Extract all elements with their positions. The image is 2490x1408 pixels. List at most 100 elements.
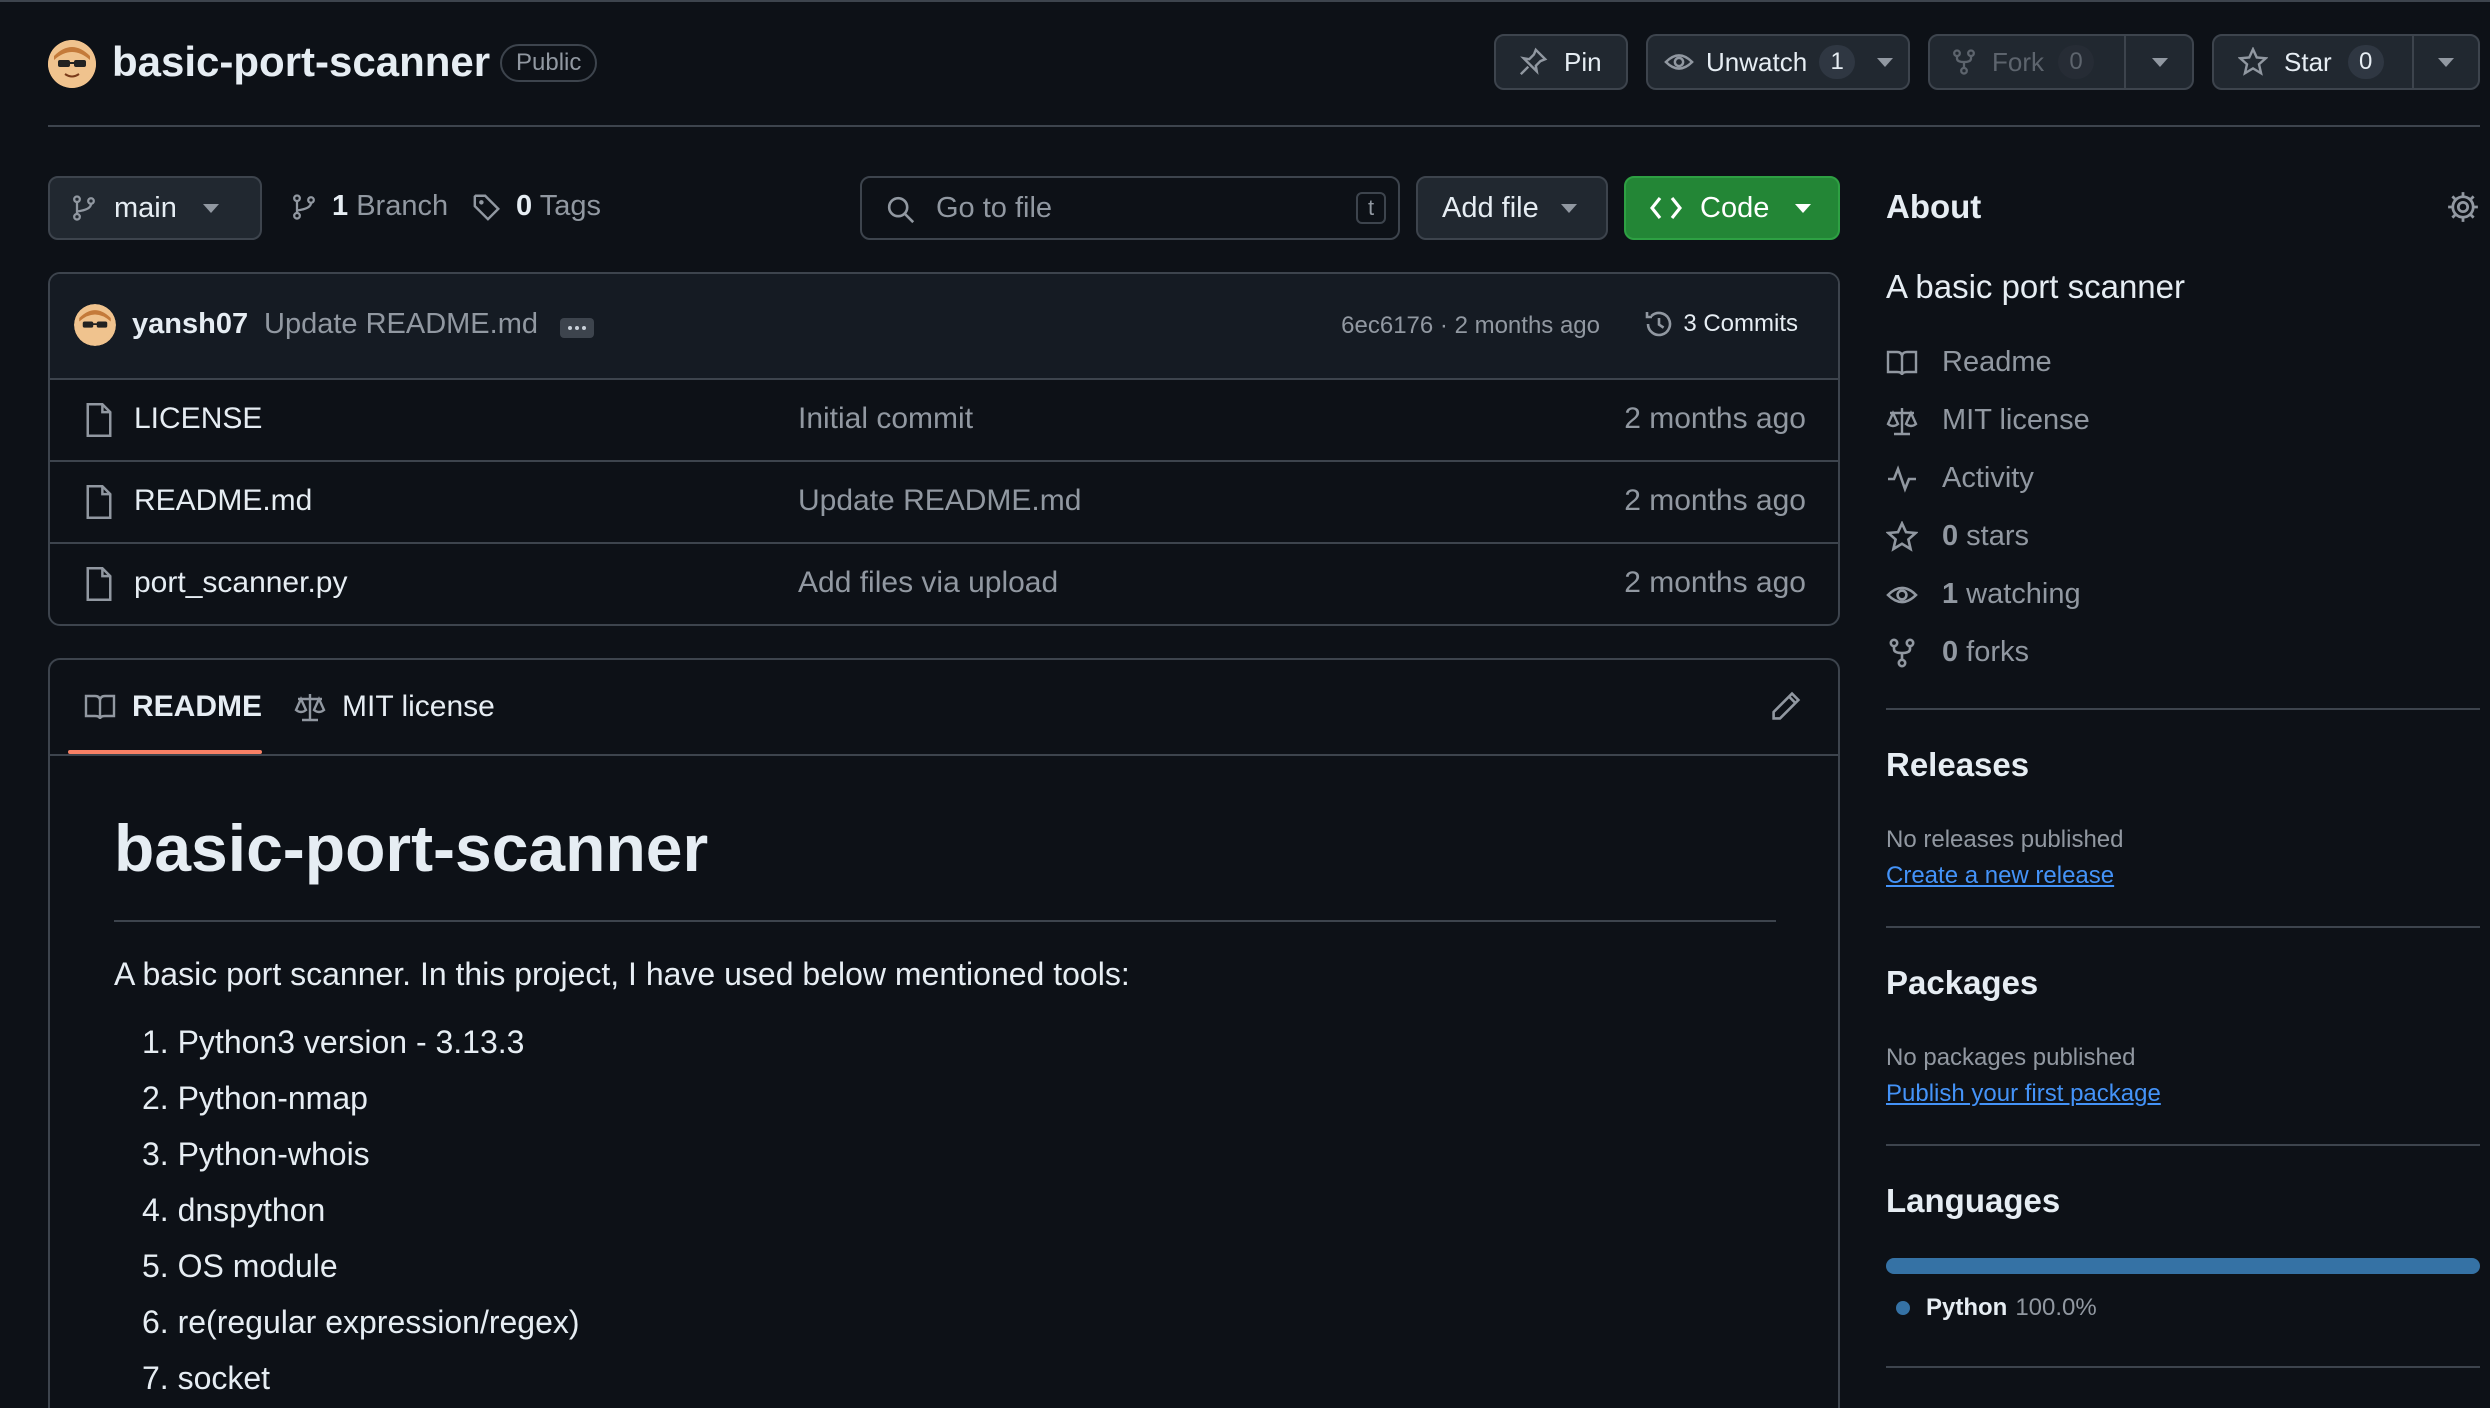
file-commit-message[interactable]: Update README.md: [798, 484, 1081, 518]
tab-license-label: MIT license: [342, 690, 495, 723]
expand-commit-icon[interactable]: [560, 318, 594, 338]
unwatch-button[interactable]: Unwatch 1: [1646, 34, 1910, 90]
eye-icon: [1886, 579, 1918, 611]
file-row[interactable]: LICENSE Initial commit 2 months ago: [50, 380, 1838, 462]
chevron-down-icon[interactable]: [1877, 57, 1894, 67]
fork-button[interactable]: Fork 0: [1928, 34, 2194, 90]
chevron-down-icon[interactable]: [2152, 57, 2168, 67]
forks-link[interactable]: 0 forks: [1886, 636, 2029, 669]
repo-description: A basic port scanner: [1886, 268, 2185, 305]
language-bar: [1886, 1258, 2480, 1274]
readme-intro: A basic port scanner. In this project, I…: [114, 956, 1130, 992]
readme-panel: README MIT license basic-port-scanner A …: [48, 658, 1840, 1408]
file-name[interactable]: README.md: [134, 484, 312, 518]
language-name: Python: [1926, 1294, 2008, 1321]
readme-link-label: Readme: [1942, 346, 2052, 378]
top-border: [0, 0, 2490, 2]
gear-icon[interactable]: [2446, 190, 2480, 224]
list-item: 7. socket: [142, 1360, 271, 1396]
branch-label: Branch: [356, 190, 449, 222]
pencil-icon[interactable]: [1770, 690, 1802, 722]
search-icon: [886, 195, 916, 225]
repo-name[interactable]: basic-port-scanner: [112, 38, 490, 86]
tag-label: Tags: [539, 190, 601, 222]
branch-selector[interactable]: main: [48, 176, 262, 240]
file-commit-message[interactable]: Add files via upload: [798, 566, 1058, 600]
sidebar-divider: [1886, 708, 2480, 710]
commit-author[interactable]: yansh07: [132, 308, 248, 341]
commit-message[interactable]: Update README.md: [264, 308, 538, 341]
pulse-icon: [1886, 464, 1918, 493]
active-tab-indicator: [68, 750, 262, 754]
file-name[interactable]: LICENSE: [134, 402, 262, 436]
history-icon: [1643, 308, 1675, 340]
owner-avatar[interactable]: [48, 40, 96, 88]
book-icon: [1886, 349, 1918, 377]
star-icon: [2238, 47, 2268, 77]
star-main[interactable]: Star 0: [2214, 36, 2414, 88]
releases-heading[interactable]: Releases: [1886, 746, 2029, 784]
license-link[interactable]: MIT license: [1886, 404, 2090, 437]
sidebar-divider: [1886, 1144, 2480, 1146]
file-row[interactable]: port_scanner.py Add files via upload 2 m…: [50, 544, 1838, 624]
readme-link[interactable]: Readme: [1886, 346, 2052, 379]
list-item: 3. Python-whois: [142, 1136, 370, 1172]
readme-title: basic-port-scanner: [114, 811, 709, 885]
chevron-down-icon: [1795, 203, 1812, 213]
tab-readme-label: README: [132, 690, 263, 723]
tag-icon: [472, 192, 502, 222]
unwatch-main[interactable]: Unwatch 1: [1648, 36, 1871, 88]
fork-count: 0: [2058, 45, 2094, 79]
create-release-link[interactable]: Create a new release: [1886, 862, 2114, 890]
git-branch-icon: [290, 193, 318, 221]
forks-count: 0: [1942, 636, 1959, 668]
branch-count: 1: [332, 190, 349, 222]
pin-button[interactable]: Pin: [1494, 34, 1628, 90]
tab-readme[interactable]: README: [84, 690, 262, 724]
commits-label: 3 Commits: [1683, 310, 1798, 337]
stars-link[interactable]: 0 stars: [1886, 520, 2029, 553]
watch-count: 1: [1819, 45, 1856, 79]
watching-count: 1: [1942, 578, 1959, 610]
file-commit-time: 2 months ago: [1624, 566, 1806, 599]
header-divider: [48, 125, 2480, 127]
file-commit-message[interactable]: Initial commit: [798, 402, 973, 436]
unwatch-label: Unwatch: [1706, 46, 1808, 77]
eye-icon: [1664, 47, 1694, 77]
fork-icon: [1886, 637, 1918, 669]
code-button[interactable]: Code: [1624, 176, 1840, 240]
author-avatar[interactable]: [74, 304, 116, 346]
star-button[interactable]: Star 0: [2212, 34, 2480, 90]
tab-license[interactable]: MIT license: [294, 690, 495, 724]
add-file-button[interactable]: Add file: [1416, 176, 1608, 240]
language-bar-python: [1886, 1258, 2480, 1274]
stars-label: stars: [1966, 520, 2029, 552]
code-label: Code: [1700, 191, 1770, 224]
book-icon: [84, 693, 116, 721]
sidebar-divider: [1886, 1366, 2480, 1368]
language-item[interactable]: Python 100.0%: [1896, 1294, 2097, 1322]
activity-link-label: Activity: [1942, 462, 2034, 494]
latest-commit-bar: yansh07 Update README.md 6ec6176 · 2 mon…: [50, 274, 1838, 380]
file-icon: [84, 402, 114, 438]
commits-link[interactable]: 3 Commits: [1643, 308, 1798, 340]
watching-link[interactable]: 1 watching: [1886, 578, 2081, 611]
git-branch-icon: [70, 194, 98, 222]
chevron-down-icon[interactable]: [2438, 57, 2454, 67]
file-name[interactable]: port_scanner.py: [134, 566, 347, 600]
fork-main[interactable]: Fork 0: [1930, 36, 2126, 88]
languages-heading: Languages: [1886, 1182, 2061, 1219]
sidebar-divider: [1886, 926, 2480, 928]
go-to-file-search[interactable]: Go to file t: [860, 176, 1400, 240]
tags-link[interactable]: 0 Tags: [472, 190, 601, 223]
language-color-dot: [1896, 1301, 1910, 1315]
commit-hash-time[interactable]: 6ec6176 · 2 months ago: [1341, 312, 1600, 340]
list-item: 1. Python3 version - 3.13.3: [142, 1024, 525, 1060]
file-row[interactable]: README.md Update README.md 2 months ago: [50, 462, 1838, 544]
publish-package-link[interactable]: Publish your first package: [1886, 1080, 2161, 1108]
list-item: 5. OS module: [142, 1248, 338, 1284]
branches-link[interactable]: 1 Branch: [290, 190, 448, 223]
packages-heading[interactable]: Packages: [1886, 964, 2038, 1002]
activity-link[interactable]: Activity: [1886, 462, 2034, 495]
file-table: yansh07 Update README.md 6ec6176 · 2 mon…: [48, 272, 1840, 626]
